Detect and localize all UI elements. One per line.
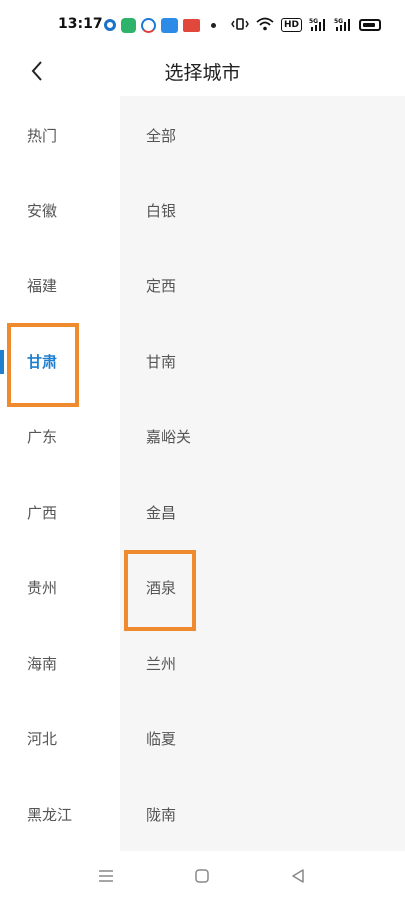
battery-icon: [359, 19, 381, 31]
home-button[interactable]: [190, 865, 214, 887]
province-item-hebei[interactable]: 河北: [0, 701, 120, 776]
city-item-linxia[interactable]: 临夏: [120, 701, 405, 776]
province-item-guangxi[interactable]: 广西: [0, 475, 120, 550]
status-bar: 13:17 HD 5G 5G: [0, 0, 405, 50]
back-triangle-icon: [292, 869, 304, 883]
svg-text:5G: 5G: [309, 18, 318, 25]
page-title: 选择城市: [164, 62, 241, 84]
status-time: 13:17: [58, 16, 103, 32]
home-square-icon: [195, 869, 209, 883]
province-item-guizhou[interactable]: 贵州: [0, 550, 120, 625]
city-item-dingxi[interactable]: 定西: [120, 248, 405, 323]
city-item-jiayuguan[interactable]: 嘉峪关: [120, 399, 405, 474]
record-icon: [104, 19, 116, 31]
header: 选择城市: [0, 50, 405, 96]
wifi-icon: [256, 16, 274, 35]
city-item-gannan[interactable]: 甘南: [120, 324, 405, 399]
face-app-icon: [141, 17, 156, 33]
province-item-hot[interactable]: 热门: [0, 98, 120, 173]
vibrate-icon: [231, 16, 249, 35]
province-item-guangdong[interactable]: 广东: [0, 399, 120, 474]
navigation-bar: [0, 851, 405, 900]
city-item-longnan[interactable]: 陇南: [120, 777, 405, 852]
signal-5g-icon: 5G: [309, 16, 327, 35]
province-item-anhui[interactable]: 安徽: [0, 173, 120, 248]
system-icons: HD 5G 5G: [231, 15, 381, 35]
city-item-all[interactable]: 全部: [120, 98, 405, 173]
back-nav-button[interactable]: [286, 865, 310, 887]
dot-icon: [211, 22, 216, 28]
toutiao-icon: [183, 18, 200, 32]
svg-text:5G: 5G: [334, 18, 343, 25]
highlight-box-province: [7, 323, 79, 407]
province-item-fujian[interactable]: 福建: [0, 248, 120, 323]
active-province-indicator: [0, 350, 4, 374]
notification-icons: [104, 16, 216, 34]
province-item-hainan[interactable]: 海南: [0, 626, 120, 701]
hd-icon: HD: [280, 18, 302, 32]
city-item-baiyin[interactable]: 白银: [120, 173, 405, 248]
menu-icon: [99, 870, 113, 882]
signal-5g-icon: 5G: [334, 16, 352, 35]
menu-button[interactable]: [94, 865, 118, 887]
app-badge-icon: [161, 17, 178, 33]
city-list[interactable]: 全部 白银 定西 甘南 嘉峪关 金昌 酒泉 兰州 临夏 陇南: [120, 96, 405, 851]
city-item-jinchang[interactable]: 金昌: [120, 475, 405, 550]
province-item-heilongjiang[interactable]: 黑龙江: [0, 777, 120, 852]
highlight-box-city: [124, 550, 196, 631]
phone-icon: [121, 17, 136, 33]
city-item-lanzhou[interactable]: 兰州: [120, 626, 405, 701]
province-list[interactable]: 热门 安徽 福建 甘肃 广东 广西 贵州 海南 河北 黑龙江: [0, 96, 120, 851]
